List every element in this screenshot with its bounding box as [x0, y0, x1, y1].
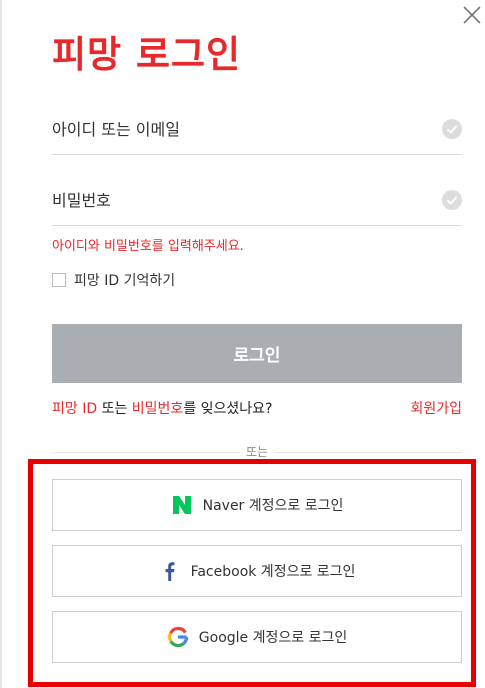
id-field — [52, 104, 462, 155]
or-divider: 또는 — [52, 443, 462, 460]
divider-label: 또는 — [239, 443, 275, 460]
forgot-id-link[interactable]: 피망 ID — [52, 401, 97, 417]
forgot-password-link[interactable]: 비밀번호 — [132, 401, 184, 417]
login-button[interactable]: 로그인 — [52, 324, 462, 383]
facebook-logo-icon — [165, 562, 175, 581]
remember-label: 피망 ID 기억하기 — [74, 273, 176, 289]
password-field — [52, 175, 462, 226]
facebook-login-button[interactable]: Facebook 계정으로 로그인 — [52, 545, 462, 597]
naver-login-label: Naver 계정으로 로그인 — [202, 498, 344, 514]
google-login-label: Google 계정으로 로그인 — [198, 630, 348, 646]
login-page: 피망 로그인 아이디와 비밀번호를 입력해주세요. 피망 ID 기억하기 로그인… — [0, 0, 485, 688]
check-circle-icon — [442, 119, 462, 139]
remember-id[interactable]: 피망 ID 기억하기 — [52, 270, 175, 290]
forgot-or-text: 또는 — [97, 401, 132, 417]
remember-checkbox[interactable] — [52, 273, 66, 287]
left-border — [0, 0, 2, 688]
password-input[interactable] — [52, 175, 422, 225]
forgot-suffix-text: 를 잊으셨나요? — [183, 401, 273, 417]
check-circle-icon — [442, 190, 462, 210]
id-input[interactable] — [52, 104, 422, 154]
page-title: 피망 로그인 — [52, 33, 242, 76]
forgot-credentials: 피망 ID 또는 비밀번호를 잊으셨나요? — [52, 398, 273, 418]
close-button[interactable] — [461, 4, 483, 26]
error-message: 아이디와 비밀번호를 입력해주세요. — [52, 239, 244, 254]
naver-logo-icon — [172, 496, 191, 514]
facebook-login-label: Facebook 계정으로 로그인 — [190, 564, 356, 580]
google-logo-icon — [167, 626, 188, 648]
google-login-button[interactable]: Google 계정으로 로그인 — [52, 611, 462, 663]
close-icon — [463, 6, 481, 24]
signup-link[interactable]: 회원가입 — [410, 398, 462, 418]
naver-login-button[interactable]: Naver 계정으로 로그인 — [52, 479, 462, 531]
